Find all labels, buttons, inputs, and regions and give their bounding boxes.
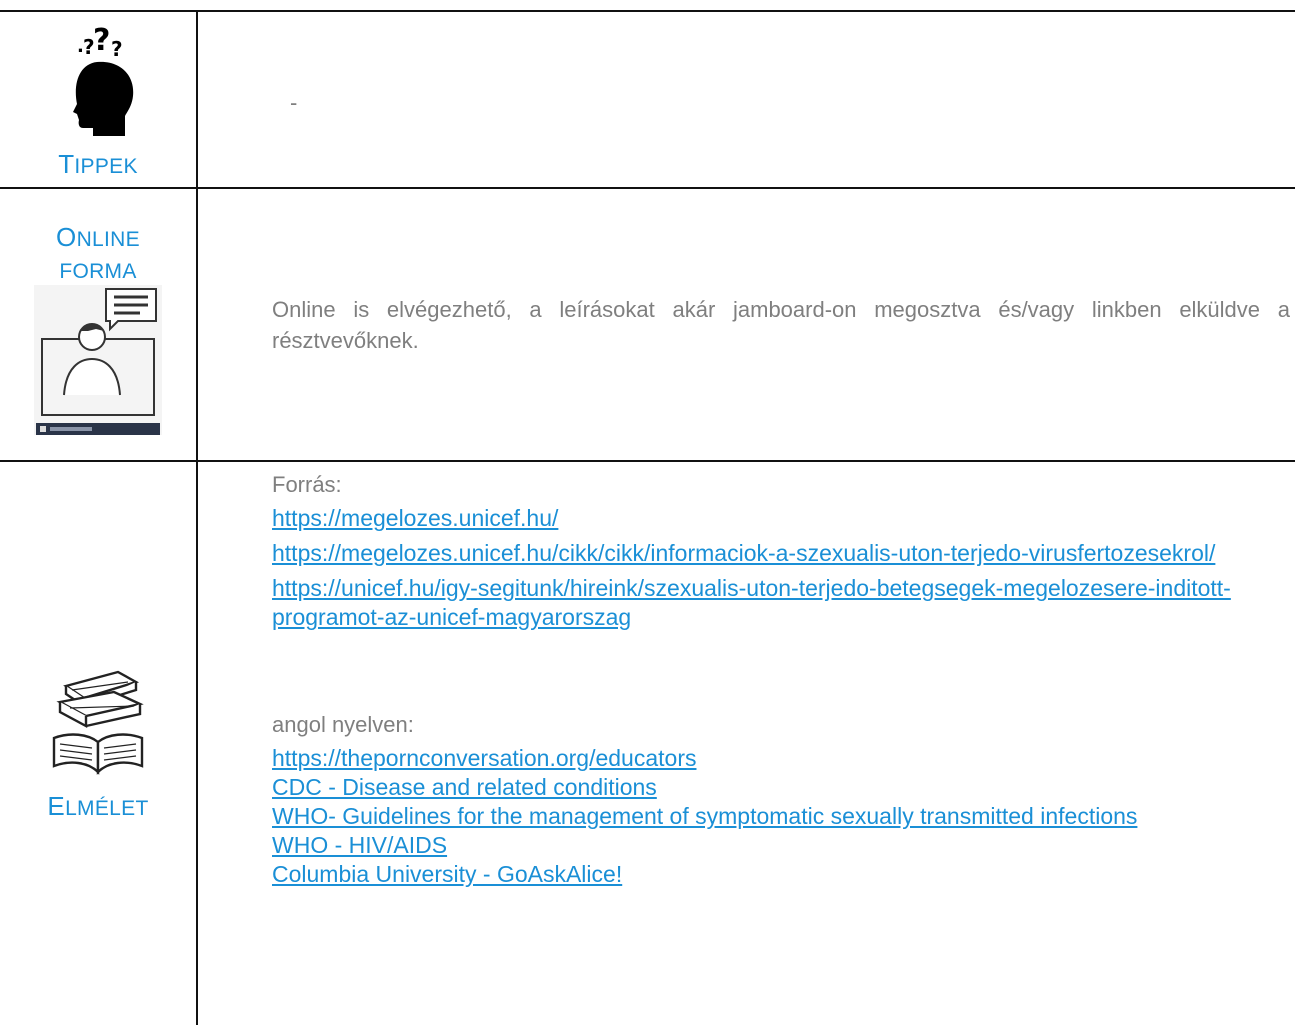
link-columbia-goaskalice[interactable]: Columbia University - GoAskAlice!: [272, 861, 622, 887]
tippek-cell: . ? ? ? TIPPEK: [0, 23, 196, 182]
elmelet-content: Forrás: https://megelozes.unicef.hu/ htt…: [272, 470, 1292, 889]
elmelet-label: ELMÉLET: [47, 791, 149, 821]
source-heading: Forrás:: [272, 472, 342, 497]
tippek-content: -: [290, 90, 298, 115]
thinking-head-icon: . ? ? ?: [73, 23, 134, 136]
online-label-line2: FORMA: [59, 260, 137, 283]
column-divider: [196, 10, 198, 1025]
link-cdc[interactable]: CDC - Disease and related conditions: [272, 774, 657, 800]
books-icon: [52, 670, 144, 775]
row-divider-1: [0, 187, 1295, 189]
link-who-hiv[interactable]: WHO - HIV/AIDS: [272, 832, 447, 858]
video-call-icon: [34, 285, 162, 435]
english-heading: angol nyelven:: [272, 712, 414, 737]
online-content: Online is elvégezhető, a leírásokat akár…: [272, 297, 1290, 353]
link-unicef-virus-article[interactable]: https://megelozes.unicef.hu/cikk/cikk/in…: [272, 540, 1215, 566]
link-who-sti-guidelines[interactable]: WHO- Guidelines for the management of sy…: [272, 803, 1137, 829]
elmelet-cell: ELMÉLET: [0, 668, 196, 824]
link-unicef-home[interactable]: https://megelozes.unicef.hu/: [272, 505, 558, 531]
link-unicef-program-article[interactable]: https://unicef.hu/igy-segitunk/hireink/s…: [272, 575, 1231, 630]
link-pornconversation[interactable]: https://thepornconversation.org/educator…: [272, 745, 696, 771]
row-divider-2: [0, 460, 1295, 462]
online-label-line1: ONLINE: [56, 222, 140, 252]
svg-text:?: ?: [111, 37, 123, 61]
tippek-label: TIPPEK: [58, 149, 138, 179]
svg-text:?: ?: [93, 24, 110, 58]
table-top-border: [0, 10, 1295, 12]
online-cell: ONLINE FORMA: [0, 222, 196, 440]
